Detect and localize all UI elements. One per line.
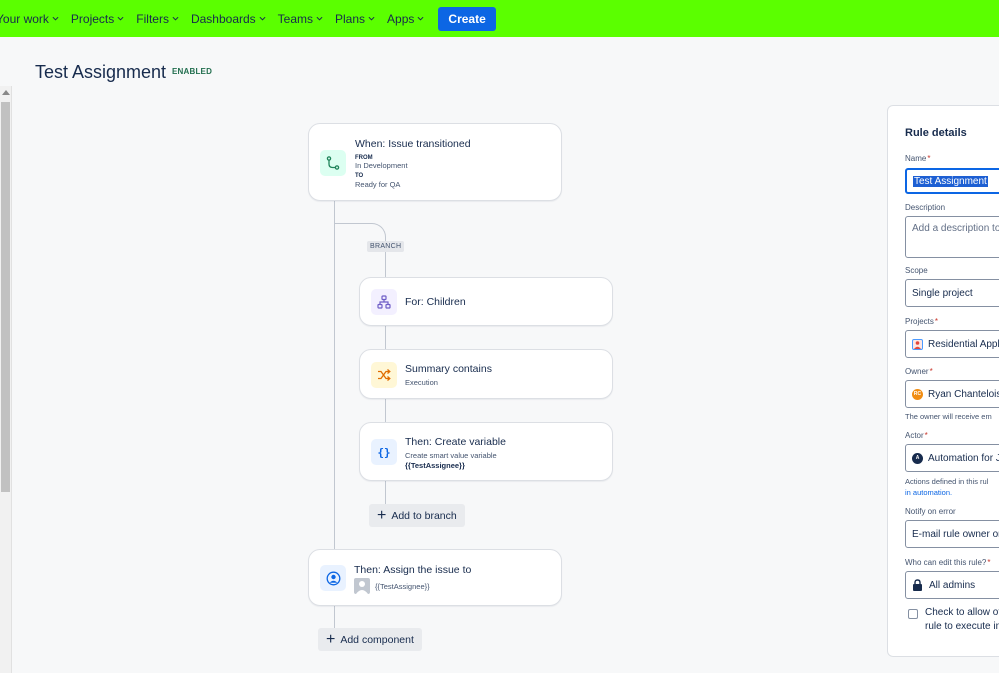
rule-details-panel: Rule details Name* Test Assignment Descr… bbox=[887, 105, 999, 657]
chevron-down-icon bbox=[368, 16, 375, 21]
add-component-button[interactable]: + Add component bbox=[318, 628, 422, 651]
notify-value: E-mail rule owner on bbox=[912, 528, 999, 540]
condition-card[interactable]: Summary contains Execution bbox=[359, 349, 613, 399]
nav-plans[interactable]: Plans bbox=[335, 12, 375, 26]
nav-projects[interactable]: Projects bbox=[71, 12, 124, 26]
chevron-down-icon bbox=[117, 16, 124, 21]
nav-your-work[interactable]: Your work bbox=[0, 12, 59, 26]
lock-icon bbox=[913, 579, 922, 591]
panel-title: Rule details bbox=[905, 127, 967, 139]
nav-label: Your work bbox=[0, 11, 49, 26]
shuffle-icon bbox=[371, 362, 397, 388]
nav-label: Apps bbox=[387, 11, 415, 26]
trigger-title: When: Issue transitioned bbox=[355, 138, 471, 150]
nav-apps[interactable]: Apps bbox=[387, 12, 424, 26]
actor-help-link[interactable]: in automation. bbox=[905, 487, 952, 498]
nav-teams[interactable]: Teams bbox=[278, 12, 323, 26]
allow-other-rules-checkbox[interactable] bbox=[908, 609, 918, 619]
chevron-down-icon bbox=[417, 16, 424, 21]
nav-label: Projects bbox=[70, 11, 115, 26]
hierarchy-icon bbox=[371, 289, 397, 315]
assign-issue-card[interactable]: Then: Assign the issue to {{TestAssignee… bbox=[308, 549, 562, 606]
description-placeholder: Add a description to bbox=[912, 223, 999, 234]
scope-label: Scope bbox=[905, 266, 928, 275]
nav-dashboards[interactable]: Dashboards bbox=[191, 12, 266, 26]
user-circle-icon bbox=[320, 565, 346, 591]
projects-label: Projects* bbox=[905, 317, 939, 326]
owner-avatar: RC bbox=[912, 388, 923, 400]
main-connector bbox=[334, 200, 335, 550]
branch-tag: BRANCH bbox=[367, 241, 405, 252]
transition-icon bbox=[320, 150, 346, 176]
trigger-card[interactable]: When: Issue transitioned FROM In Develop… bbox=[308, 123, 562, 201]
assignee-avatar bbox=[354, 578, 370, 594]
allow-other-rules-text: Check to allow ot rule to execute in bbox=[925, 607, 999, 632]
create-variable-subtitle: Create smart value variable bbox=[405, 451, 497, 460]
description-label: Description bbox=[905, 203, 946, 212]
nav-label: Teams bbox=[277, 11, 314, 26]
name-label: Name* bbox=[905, 154, 931, 163]
notify-select[interactable]: E-mail rule owner on bbox=[905, 520, 999, 548]
owner-help-text: The owner will receive em bbox=[905, 412, 992, 421]
name-field[interactable]: Test Assignment bbox=[905, 168, 999, 194]
owner-value: Ryan Chantelois bbox=[928, 388, 999, 400]
chevron-down-icon bbox=[259, 16, 266, 21]
nav-filters[interactable]: Filters bbox=[136, 12, 179, 26]
scroll-up-arrow-icon[interactable] bbox=[2, 90, 10, 95]
projects-select[interactable]: Residential Appli bbox=[905, 330, 999, 358]
nav-label: Dashboards bbox=[190, 11, 256, 26]
plus-icon: + bbox=[377, 506, 387, 524]
branch-connector-line bbox=[385, 398, 386, 422]
add-to-branch-label: Add to branch bbox=[391, 509, 457, 522]
trigger-to-value: Ready for QA bbox=[355, 180, 401, 189]
notify-label: Notify on error bbox=[905, 507, 956, 516]
scope-select[interactable]: Single project bbox=[905, 279, 999, 307]
add-component-label: Add component bbox=[340, 633, 414, 646]
condition-title: Summary contains bbox=[405, 363, 492, 375]
status-badge: ENABLED bbox=[172, 67, 213, 76]
actor-value: Automation for J bbox=[928, 452, 999, 464]
plus-icon: + bbox=[326, 630, 336, 648]
add-to-branch-button[interactable]: + Add to branch bbox=[369, 504, 465, 527]
owner-label: Owner* bbox=[905, 367, 933, 376]
branch-connector-line bbox=[385, 480, 386, 504]
create-button[interactable]: Create bbox=[438, 6, 496, 31]
create-variable-value: {{TestAssignee}} bbox=[405, 461, 465, 470]
chevron-down-icon bbox=[172, 16, 179, 21]
project-avatar-icon bbox=[912, 338, 923, 350]
nav-label: Filters bbox=[136, 11, 169, 26]
branch-for-card[interactable]: For: Children bbox=[359, 277, 613, 326]
create-variable-title: Then: Create variable bbox=[405, 436, 506, 448]
description-field[interactable]: Add a description to bbox=[905, 216, 999, 258]
owner-select[interactable]: RC Ryan Chantelois bbox=[905, 380, 999, 408]
assign-issue-title: Then: Assign the issue to bbox=[354, 564, 472, 576]
chevron-down-icon bbox=[316, 16, 323, 21]
scrollbar-thumb[interactable] bbox=[1, 102, 10, 492]
name-value: Test Assignment bbox=[913, 175, 988, 187]
edit-permission-label: Who can edit this rule?* bbox=[905, 558, 991, 567]
edit-permission-value: All admins bbox=[929, 579, 976, 591]
actor-avatar-icon: A bbox=[912, 452, 923, 464]
page-title: Test Assignment bbox=[35, 62, 167, 82]
scope-value: Single project bbox=[912, 287, 973, 299]
assign-issue-value: {{TestAssignee}} bbox=[375, 582, 430, 591]
edit-permission-select[interactable]: All admins bbox=[905, 571, 999, 599]
nav-label: Plans bbox=[335, 11, 366, 26]
actor-label: Actor* bbox=[905, 431, 928, 440]
vertical-scrollbar[interactable] bbox=[0, 86, 12, 673]
main-connector bbox=[334, 605, 335, 629]
branch-connector-line bbox=[385, 325, 386, 350]
top-navigation: Your work Projects Filters Dashboards Te… bbox=[0, 0, 999, 37]
branch-for-title: For: Children bbox=[405, 296, 466, 308]
braces-icon: {} bbox=[371, 439, 397, 465]
actor-select[interactable]: A Automation for J bbox=[905, 444, 999, 472]
create-variable-card[interactable]: {} Then: Create variable Create smart va… bbox=[359, 422, 613, 481]
actor-help-text: Actions defined in this rul bbox=[905, 477, 989, 486]
chevron-down-icon bbox=[52, 16, 59, 21]
projects-value: Residential Appli bbox=[928, 338, 999, 350]
condition-subtitle: Execution bbox=[405, 378, 438, 387]
